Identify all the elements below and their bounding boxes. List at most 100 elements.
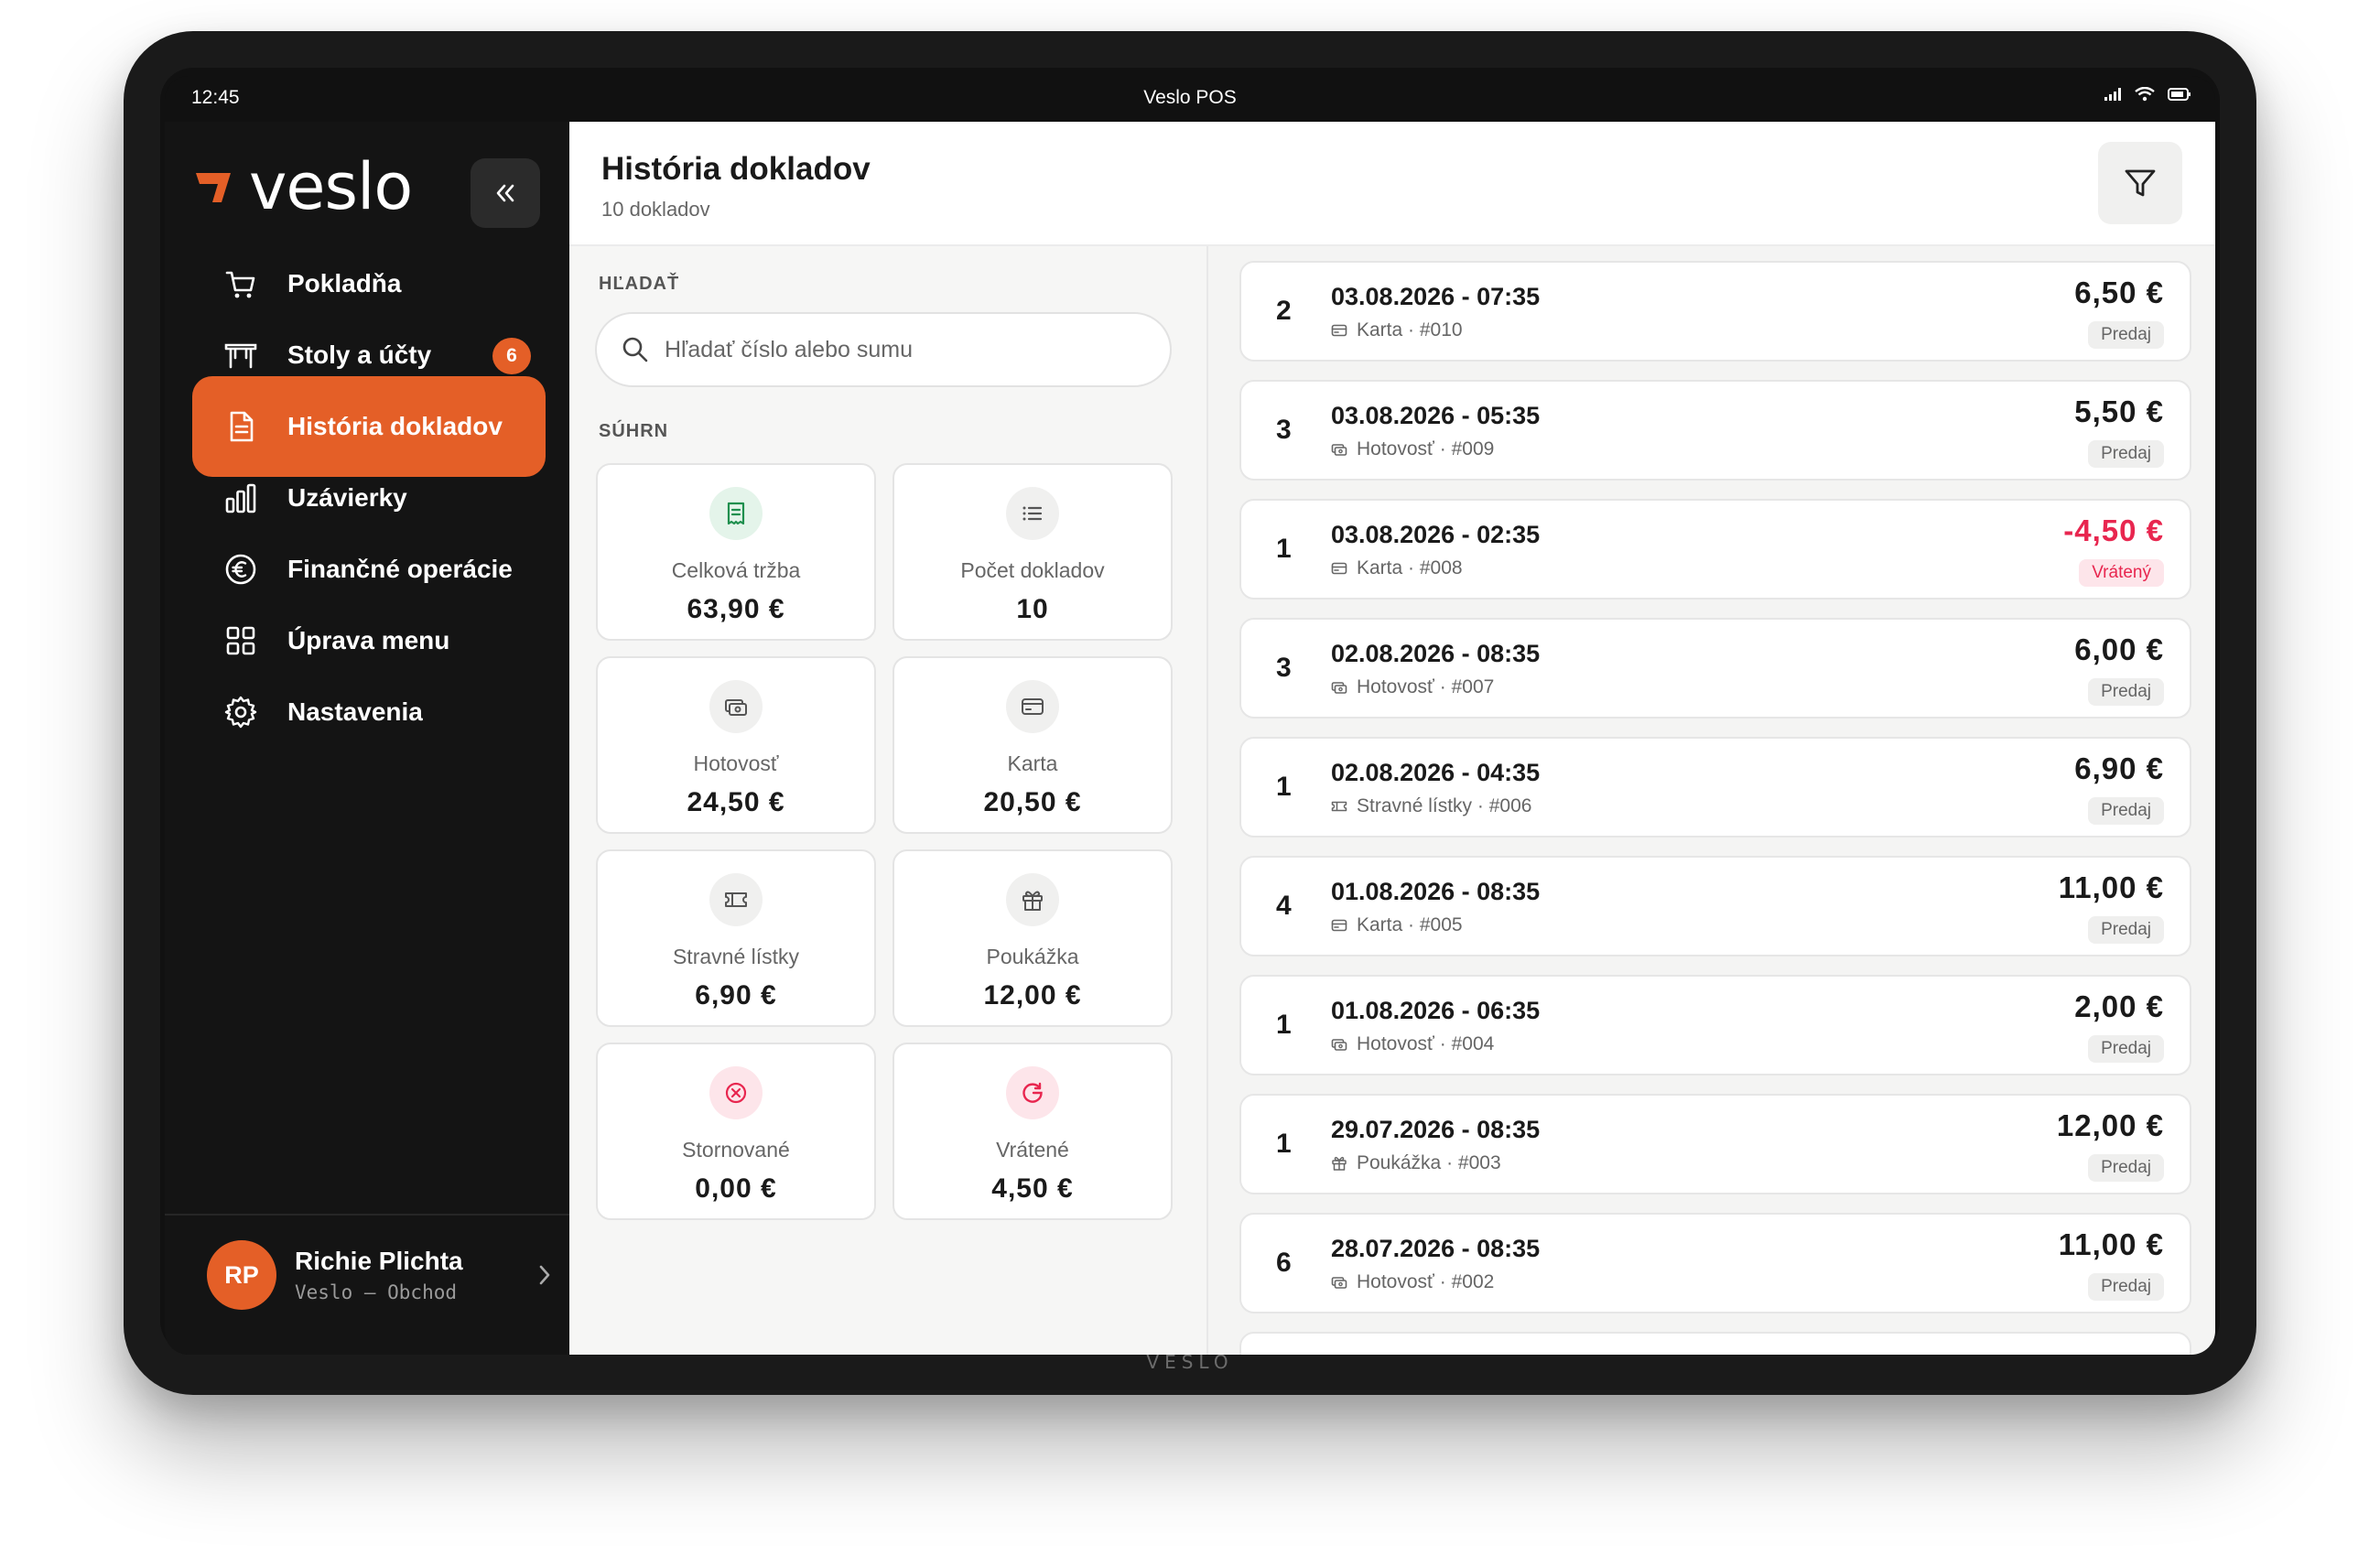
receipt-datetime: 03.08.2026 - 05:35 — [1331, 402, 1541, 429]
receipt-meta: Hotovosť · #009 — [1331, 438, 1494, 460]
logo-text: veslo — [249, 149, 413, 224]
receipt-qty: 1 — [1276, 1010, 1292, 1040]
card-icon — [1331, 560, 1347, 577]
receipt-type-badge: Predaj — [2088, 1035, 2164, 1063]
sidebar-item-nastavenia[interactable]: Nastavenia — [192, 662, 546, 762]
collapse-sidebar-button[interactable] — [471, 158, 540, 228]
receipt-type-badge: Predaj — [2088, 797, 2164, 825]
veslo-logo: veslo — [194, 149, 413, 224]
receipt-method: Karta — [1357, 319, 1403, 340]
filter-panel: HĽADAŤ SÚHRN Celková tržba 63,90 € Počet… — [569, 246, 1208, 1355]
summary-card-total: Celková tržba 63,90 € — [596, 463, 876, 641]
user-profile[interactable]: RP Richie Plichta Veslo – Obchod — [207, 1240, 555, 1310]
summary-card-cancelled: Stornované 0,00 € — [596, 1043, 876, 1220]
receipt-meta: Stravné lístky · #006 — [1331, 795, 1531, 817]
receipt-qty: 1 — [1276, 1129, 1292, 1159]
receipt-type-badge: Predaj — [2088, 678, 2164, 706]
bar-chart-icon — [223, 481, 258, 515]
receipt-row[interactable] — [1239, 1332, 2191, 1355]
cash-icon — [1331, 441, 1347, 458]
receipt-method: Hotovosť — [1357, 1033, 1434, 1054]
receipt-meta: Hotovosť · #004 — [1331, 1033, 1494, 1055]
receipt-row[interactable]: 1 02.08.2026 - 04:35 Stravné lístky · #006… — [1239, 737, 2191, 838]
cancel-icon — [709, 1066, 763, 1119]
app-screen: 12:45 Veslo POS veslo Pokladňa Stoly a ú… — [165, 76, 2215, 1355]
summary-card-value: 63,90 € — [687, 594, 785, 624]
cash-icon — [1331, 679, 1347, 696]
divider — [165, 1214, 569, 1216]
receipt-row[interactable]: 1 29.07.2026 - 08:35 Poukážka · #003 12,00 … — [1239, 1094, 2191, 1194]
receipt-datetime: 03.08.2026 - 02:35 — [1331, 521, 1541, 548]
receipt-meta: Hotovosť · #007 — [1331, 676, 1494, 698]
summary-card-refunded: Vrátené 4,50 € — [892, 1043, 1173, 1220]
receipt-amount: 6,90 € — [2074, 751, 2164, 785]
receipt-qty: 1 — [1276, 772, 1292, 802]
wifi-icon — [2135, 87, 2155, 102]
tables-count-badge: 6 — [492, 338, 531, 374]
receipt-datetime: 01.08.2026 - 08:35 — [1331, 878, 1541, 905]
search-input[interactable] — [663, 335, 1142, 364]
receipt-number: #006 — [1488, 795, 1532, 816]
receipt-row[interactable]: 3 03.08.2026 - 05:35 Hotovosť · #009 5,50 €… — [1239, 380, 2191, 481]
receipt-qty: 2 — [1276, 296, 1292, 326]
sidebar-item-label: História dokladov — [287, 412, 503, 440]
sidebar-item-label: Pokladňa — [287, 269, 402, 297]
summary-card-value: 12,00 € — [983, 980, 1082, 1010]
summary-card-value: 4,50 € — [991, 1173, 1074, 1204]
receipt-meta: Karta · #008 — [1331, 557, 1463, 579]
receipt-datetime: 03.08.2026 - 07:35 — [1331, 283, 1541, 310]
cash-icon — [1331, 1036, 1347, 1053]
euro-circle-icon — [223, 552, 258, 587]
receipt-method: Hotovosť — [1357, 438, 1434, 459]
receipt-row[interactable]: 4 01.08.2026 - 08:35 Karta · #005 11,00 € Pr… — [1239, 856, 2191, 956]
receipt-type-badge: Predaj — [2088, 440, 2164, 468]
receipt-method: Hotovosť — [1357, 1271, 1434, 1292]
cash-icon — [709, 680, 763, 733]
receipt-number: #002 — [1451, 1271, 1495, 1292]
receipt-amount: -4,50 € — [2063, 513, 2164, 547]
receipt-method: Karta — [1357, 914, 1403, 935]
sidebar-item-label: Úprava menu — [287, 626, 450, 654]
filter-icon — [2125, 169, 2156, 197]
receipt-number: #008 — [1419, 557, 1463, 578]
sidebar-item-label: Stoly a účty — [287, 340, 432, 369]
receipt-row[interactable]: 1 03.08.2026 - 02:35 Karta · #008 -4,50 € Vr… — [1239, 499, 2191, 600]
page-title: História dokladov — [601, 151, 871, 187]
refund-icon — [1006, 1066, 1059, 1119]
receipt-row[interactable]: 2 03.08.2026 - 07:35 Karta · #010 6,50 € Pre… — [1239, 261, 2191, 362]
gift-icon — [1331, 1155, 1347, 1172]
summary-card-value: 10 — [1016, 594, 1049, 624]
summary-card-value: 0,00 € — [695, 1173, 777, 1204]
summary-card-label: Celková tržba — [671, 558, 801, 582]
avatar: RP — [207, 1240, 276, 1310]
receipt-number: #003 — [1457, 1152, 1501, 1173]
receipt-number: #004 — [1451, 1033, 1495, 1054]
summary-card-label: Počet dokladov — [960, 558, 1105, 582]
gift-icon — [1006, 873, 1059, 926]
receipts-list: 2 03.08.2026 - 07:35 Karta · #010 6,50 € Pre… — [1206, 246, 2215, 1355]
receipt-method: Stravné lístky — [1357, 795, 1473, 816]
summary-card-value: 24,50 € — [687, 787, 785, 817]
receipt-row[interactable]: 3 02.08.2026 - 08:35 Hotovosť · #007 6,00 €… — [1239, 618, 2191, 719]
receipt-row[interactable]: 1 01.08.2026 - 06:35 Hotovosť · #004 2,00 €… — [1239, 975, 2191, 1075]
receipt-amount: 12,00 € — [2056, 1108, 2164, 1142]
summary-card-cash: Hotovosť 24,50 € — [596, 656, 876, 834]
receipt-meta: Karta · #010 — [1331, 319, 1463, 341]
page-subtitle: 10 dokladov — [601, 198, 710, 221]
summary-card-voucher: Poukážka 12,00 € — [892, 849, 1173, 1027]
summary-card-value: 20,50 € — [983, 787, 1082, 817]
receipt-method: Poukážka — [1357, 1152, 1442, 1173]
receipt-row[interactable]: 6 28.07.2026 - 08:35 Hotovosť · #002 11,00 … — [1239, 1213, 2191, 1313]
main-content: História dokladov 10 dokladov HĽADAŤ SÚH… — [569, 122, 2215, 1355]
summary-card-label: Stravné lístky — [672, 945, 800, 968]
search-field[interactable] — [595, 312, 1172, 387]
summary-section-label: SÚHRN — [599, 421, 669, 441]
receipt-number: #009 — [1451, 438, 1495, 459]
cart-icon — [223, 266, 258, 301]
table-icon — [223, 338, 258, 373]
receipt-datetime: 02.08.2026 - 08:35 — [1331, 640, 1541, 667]
filter-button[interactable] — [2098, 142, 2182, 224]
veslo-logo-icon — [196, 173, 231, 202]
signal-icon — [2104, 88, 2121, 101]
sidebar-item-label: Finančné operácie — [287, 555, 513, 583]
